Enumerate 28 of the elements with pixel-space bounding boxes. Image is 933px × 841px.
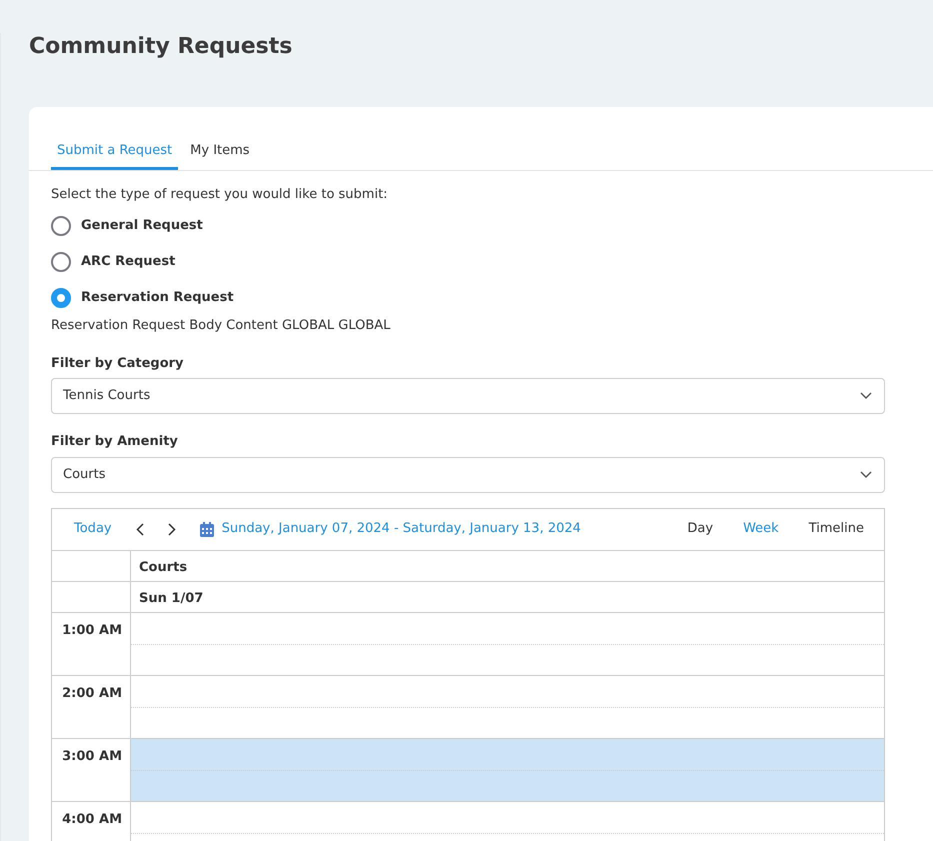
chevron-down-icon (860, 392, 872, 400)
time-row[interactable]: 4:00 AM (52, 802, 884, 841)
view-button[interactable]: Day (677, 519, 724, 539)
time-label: 2:00 AM (52, 676, 131, 738)
chevron-down-icon (860, 470, 872, 478)
page-title: Community Requests (29, 33, 294, 61)
radio-button[interactable] (51, 216, 71, 236)
radio-option[interactable]: Reservation Request (51, 280, 234, 316)
view-button[interactable]: Timeline (798, 519, 874, 539)
dropdown-field[interactable]: Tennis Courts (51, 378, 885, 414)
time-label: 1:00 AM (52, 612, 131, 674)
day-header: Sun 1/07 (138, 590, 204, 608)
radio-button[interactable] (51, 288, 71, 308)
dropdown-field[interactable]: Courts (51, 456, 885, 492)
previous-icon[interactable] (136, 522, 144, 536)
tab[interactable]: My Items (184, 137, 256, 170)
time-label: 4:00 AM (52, 802, 131, 841)
radio-option[interactable]: General Request (51, 208, 203, 244)
body-text: Reservation Request Body Content GLOBAL GLOBAL (51, 317, 392, 335)
next-icon[interactable] (168, 522, 176, 536)
prompt-text: Select the type of request you would like to submit: (51, 186, 389, 204)
radio-option[interactable]: ARC Request (51, 244, 176, 280)
calendar-icon[interactable] (200, 522, 214, 536)
resource-header: Courts (138, 558, 188, 576)
radio-button[interactable] (51, 252, 71, 272)
field-label: Filter by Category (51, 354, 185, 372)
time-row[interactable]: 1:00 AM (52, 612, 884, 676)
field-label: Filter by Amenity (51, 433, 179, 451)
